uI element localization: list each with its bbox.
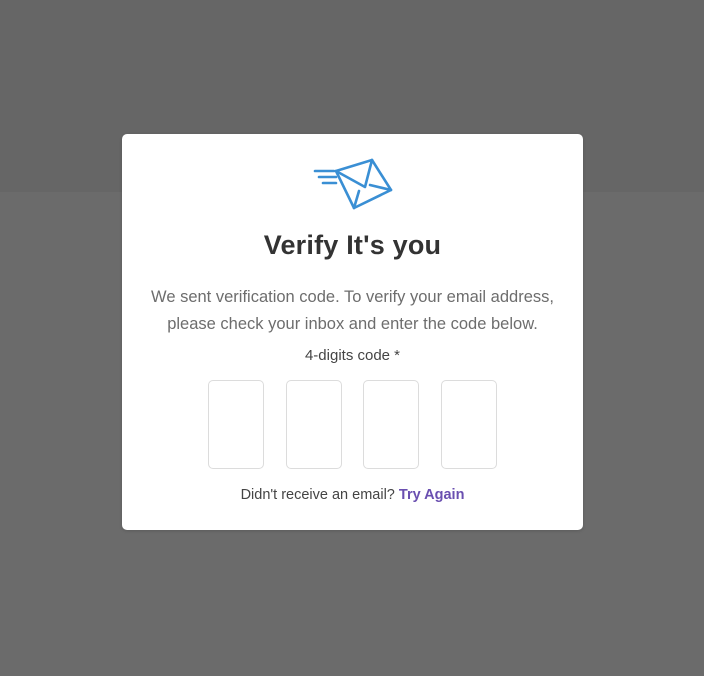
resend-text: Didn't receive an email?: [240, 487, 395, 503]
try-again-link[interactable]: Try Again: [399, 487, 465, 503]
code-digit-4-input[interactable]: [441, 380, 497, 469]
email-sent-icon: [312, 156, 394, 212]
dialog-description: We sent verification code. To verify you…: [142, 284, 563, 338]
resend-row: Didn't receive an email? Try Again: [122, 487, 583, 503]
description-line: please check your inbox and enter the co…: [167, 315, 538, 333]
code-digit-1-input[interactable]: [208, 380, 264, 469]
code-inputs: [208, 380, 498, 469]
verify-dialog: Verify It's you We sent verification cod…: [122, 134, 583, 530]
description-line: We sent verification code. To verify you…: [151, 288, 554, 306]
dialog-title: Verify It's you: [263, 230, 442, 260]
code-digit-3-input[interactable]: [363, 380, 419, 469]
code-label: 4-digits code *: [304, 347, 401, 364]
code-digit-2-input[interactable]: [286, 380, 342, 469]
